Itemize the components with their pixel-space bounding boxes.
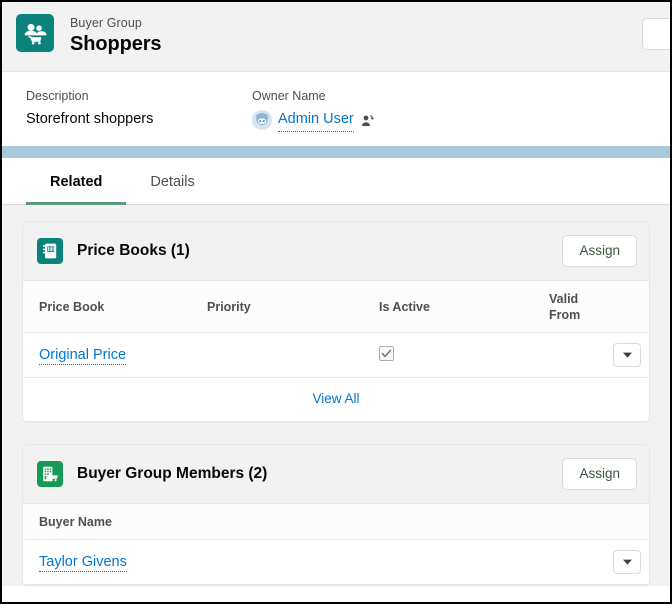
chevron-down-icon[interactable] — [613, 550, 641, 574]
card-header: Price Books (1) Assign — [23, 222, 649, 281]
cell-row-actions — [577, 539, 649, 585]
is-active-checkbox[interactable] — [379, 346, 394, 361]
chevron-down-icon[interactable] — [613, 343, 641, 367]
card-footer: View All — [23, 378, 649, 421]
column-header-price-book[interactable]: Price Book — [23, 281, 191, 333]
field-value: Storefront shoppers — [26, 111, 154, 127]
highlights-panel: Description Storefront shoppers Owner Na… — [2, 72, 670, 146]
buyer-group-icon — [16, 14, 54, 52]
tab-related[interactable]: Related — [26, 158, 127, 205]
assign-button[interactable]: Assign — [562, 458, 637, 490]
table-header-row: Buyer Name — [23, 504, 649, 540]
record-header-text: Buyer Group Shoppers — [70, 14, 162, 57]
buyer-name-link[interactable]: Taylor Givens — [39, 554, 127, 572]
card-title: Price Books (1) — [77, 242, 190, 259]
owner-name-link[interactable]: Admin User — [278, 108, 354, 132]
related-list-card-buyer-group-members: Buyer Group Members (2) Assign Buyer Nam… — [22, 444, 650, 586]
record-type-label: Buyer Group — [70, 16, 142, 30]
column-header-valid-from[interactable]: Valid From — [533, 281, 580, 333]
field-label: Description — [26, 89, 89, 103]
table-header-row: Price Book Priority Is Active Valid From — [23, 281, 649, 333]
cell-is-active — [363, 332, 533, 378]
cell-priority — [191, 332, 363, 378]
price-book-icon — [37, 238, 63, 264]
column-header-actions — [577, 281, 649, 333]
table-row: Original Price — [23, 332, 649, 378]
view-all-link[interactable]: View All — [312, 391, 359, 406]
page-title: Shoppers — [70, 33, 162, 55]
buyer-group-member-icon — [37, 461, 63, 487]
price-books-table: Price Book Priority Is Active Valid From… — [23, 281, 649, 378]
column-header-buyer-name[interactable]: Buyer Name — [23, 504, 577, 540]
change-owner-icon[interactable] — [361, 114, 374, 127]
column-header-priority[interactable]: Priority — [191, 281, 363, 333]
cell-buyer-name: Taylor Givens — [23, 539, 577, 585]
astro-avatar-icon — [252, 110, 272, 130]
browser-viewport: Buyer Group Shoppers Description Storefr… — [0, 0, 672, 604]
column-header-actions — [577, 504, 649, 540]
field-label: Owner Name — [252, 89, 326, 103]
tab-details[interactable]: Details — [126, 158, 218, 205]
card-header: Buyer Group Members (2) Assign — [23, 445, 649, 504]
buyer-group-members-table: Buyer Name Taylor Givens — [23, 504, 649, 585]
field-owner-name: Owner Name Admin User — [252, 88, 374, 132]
card-title: Buyer Group Members (2) — [77, 465, 268, 482]
cell-price-book: Original Price — [23, 332, 191, 378]
cell-valid-from — [533, 332, 577, 378]
record-header: Buyer Group Shoppers — [2, 2, 670, 72]
tab-bar: Related Details — [2, 158, 670, 205]
table-row: Taylor Givens — [23, 539, 649, 585]
column-header-is-active[interactable]: Is Active — [363, 281, 533, 333]
assign-button[interactable]: Assign — [562, 235, 637, 267]
section-divider-band — [2, 146, 670, 158]
related-list-card-price-books: Price Books (1) Assign Price Book Priori… — [22, 221, 650, 422]
price-book-link[interactable]: Original Price — [39, 347, 127, 365]
cell-row-actions — [577, 332, 649, 378]
field-value-row: Admin User — [252, 108, 374, 132]
field-description: Description Storefront shoppers — [26, 88, 252, 132]
related-lists-container: Price Books (1) Assign Price Book Priori… — [2, 205, 670, 586]
header-overflow-button[interactable] — [642, 18, 670, 50]
